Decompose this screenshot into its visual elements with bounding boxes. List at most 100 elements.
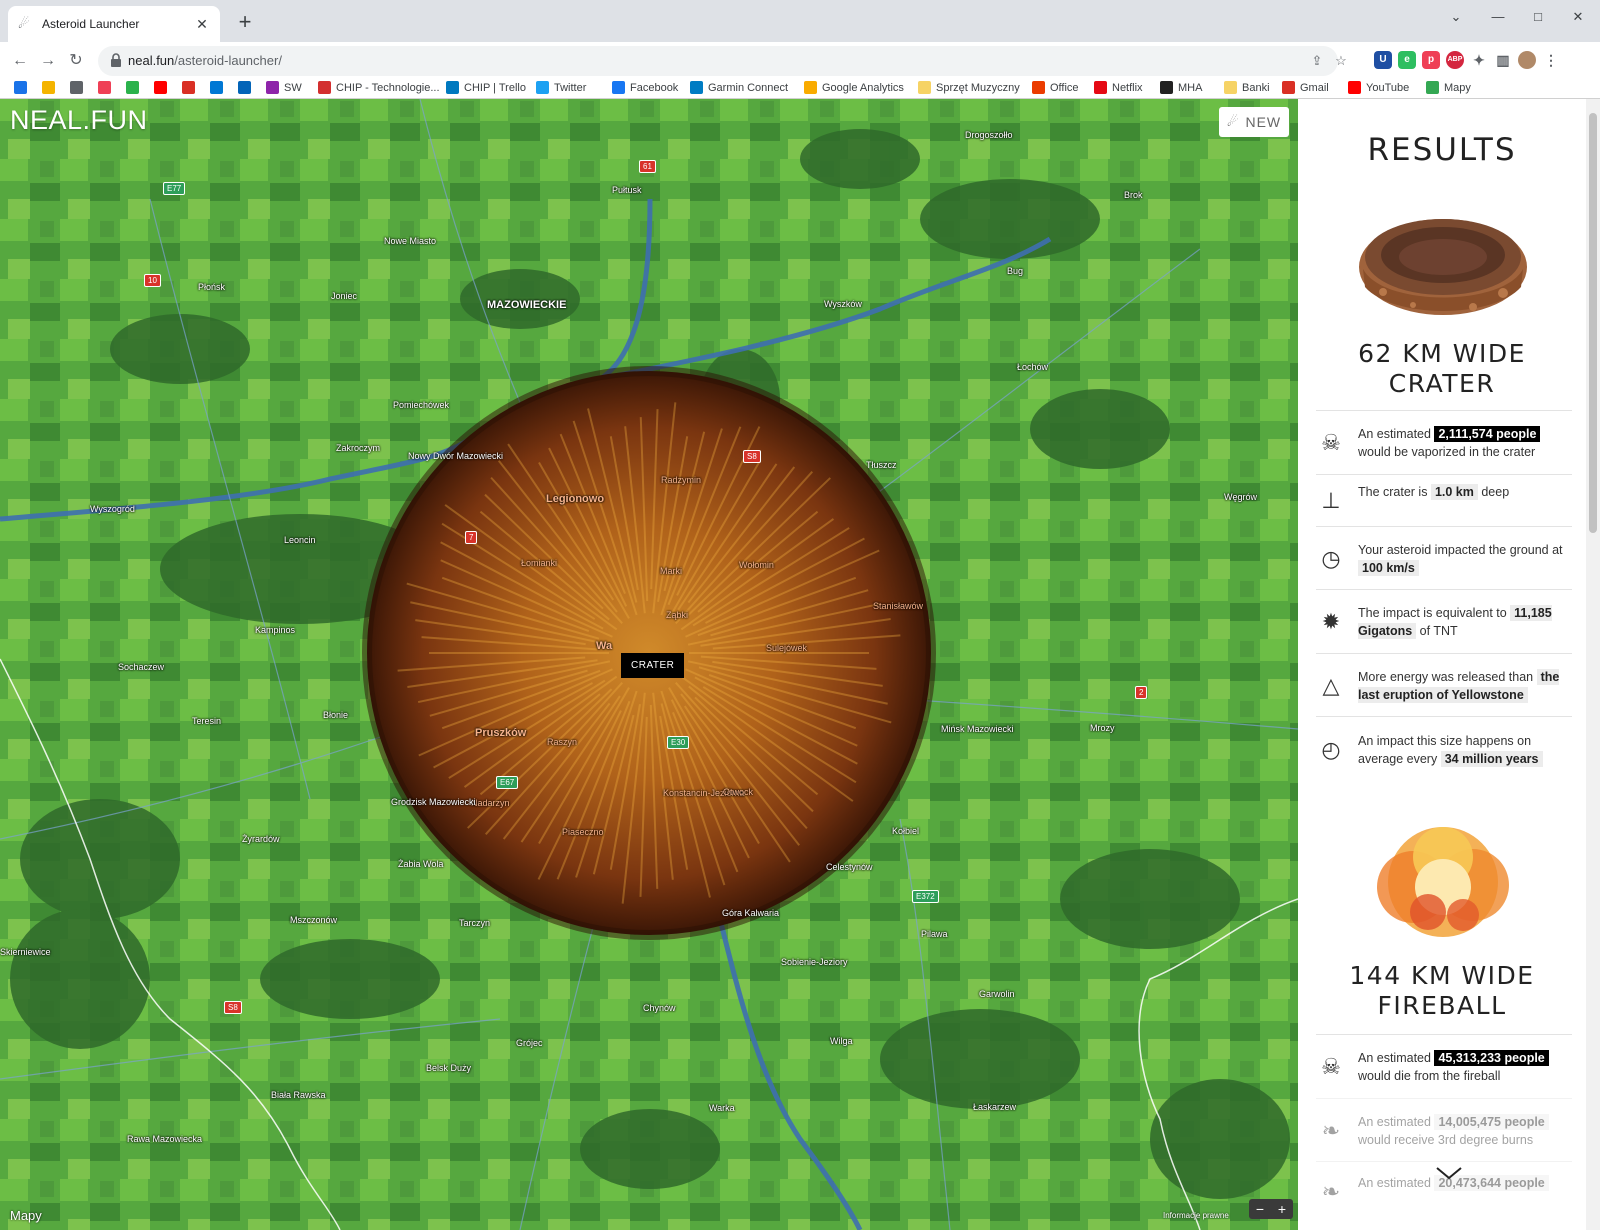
mha-icon [1160, 81, 1173, 94]
bookmark-globe[interactable] [70, 81, 88, 94]
result-stat-text: An estimated 14,005,475 people would rec… [1358, 1113, 1572, 1149]
bookmark-star-icon[interactable]: ☆ [1332, 52, 1350, 70]
road-number-badge: E30 [667, 736, 690, 749]
folder-icon [1224, 81, 1237, 94]
map-place-label: Radzymin [661, 475, 702, 485]
bookmark-mapy[interactable]: Mapy [1426, 81, 1471, 94]
bookmark-sprz-t-muzyczny[interactable]: Sprzęt Muzyczny [918, 81, 1020, 94]
keep-icon [42, 81, 55, 94]
bookmark-outlook[interactable] [210, 81, 228, 94]
browser-tab-active[interactable]: ☄ Asteroid Launcher ✕ [8, 6, 220, 42]
minimize-window-button[interactable]: — [1478, 4, 1518, 34]
bookmark-feedly[interactable] [126, 81, 144, 94]
netflix-icon [1094, 81, 1107, 94]
bookmark-label: Mapy [1444, 81, 1471, 94]
bookmark-banki[interactable]: Banki [1224, 81, 1270, 94]
result-stat-row: ❧ An estimated 14,005,475 people would re… [1316, 1098, 1572, 1161]
map-attribution[interactable]: Mapy [10, 1208, 42, 1223]
reload-button[interactable]: ↻ [62, 47, 90, 75]
map-place-label: MAZOWIECKIE [487, 299, 567, 311]
bookmark-chip-technologie[interactable]: CHIP - Technologie... [318, 81, 440, 94]
bookmark-label: Sprzęt Muzyczny [936, 81, 1020, 94]
bitwarden-extension-icon[interactable]: U [1374, 51, 1392, 69]
bookmark-calendar[interactable] [14, 81, 32, 94]
close-window-button[interactable]: ✕ [1558, 4, 1598, 34]
back-button[interactable]: ← [6, 47, 34, 75]
url-text: neal.fun/asteroid-launcher/ [128, 53, 282, 68]
bookmark-facebook[interactable]: Facebook [612, 81, 678, 94]
bookmark-office[interactable]: Office [1032, 81, 1079, 94]
pocket-extension-icon[interactable]: p [1422, 51, 1440, 69]
side-panel-icon[interactable]: ▥ [1494, 51, 1512, 69]
legal-info-link[interactable]: Informacje prawne [1163, 1211, 1229, 1220]
forward-button[interactable]: → [34, 47, 62, 75]
profile-avatar[interactable] [1518, 51, 1536, 69]
trello-icon [446, 81, 459, 94]
extensions-puzzle-icon[interactable]: ✦ [1470, 51, 1488, 69]
share-icon[interactable]: ⇪ [1308, 52, 1326, 70]
result-stat-row: △ More energy was released than the last … [1316, 653, 1572, 716]
evernote-extension-icon[interactable]: e [1398, 51, 1416, 69]
results-title: RESULTS [1367, 132, 1517, 168]
zoom-controls: − + [1249, 1199, 1293, 1219]
bookmark-keep[interactable] [42, 81, 60, 94]
bookmark-twitter[interactable]: Twitter [536, 81, 586, 94]
browser-menu-icon[interactable]: ⋮ [1542, 51, 1560, 69]
map-place-label: Pułtusk [612, 185, 642, 195]
page-scrollbar[interactable] [1586, 99, 1600, 1230]
neal-fun-logo[interactable]: NEAL.FUN [10, 105, 148, 136]
bookmark-label: Garmin Connect [708, 81, 789, 94]
map-place-label: Mińsk Mazowiecki [941, 724, 1014, 734]
result-stat-row: ☠ An estimated 45,313,233 people would di… [1316, 1034, 1572, 1098]
asteroid-launcher-page: MAZOWIECKIE Pułtusk Nowe Miasto Płońsk Jonie… [0, 98, 1600, 1230]
map-place-label: Łochów [1017, 362, 1049, 372]
result-stat-row: ◴ An impact this size happens on average … [1316, 716, 1572, 782]
map-place-label: Łomianki [521, 558, 558, 568]
scroll-down-chevron-icon[interactable] [1434, 1165, 1464, 1181]
zoom-in-button[interactable]: + [1278, 1201, 1286, 1217]
gmail-icon [182, 81, 195, 94]
new-asteroid-button[interactable]: ☄ NEW [1219, 107, 1289, 137]
bookmark-mha[interactable]: MHA [1160, 81, 1202, 94]
zoom-out-button[interactable]: − [1256, 1201, 1264, 1217]
bookmark-garmin-connect[interactable]: Garmin Connect [690, 81, 788, 94]
road-number-badge: 10 [144, 274, 161, 287]
maximize-window-button[interactable]: □ [1518, 4, 1558, 34]
scrollbar-thumb[interactable] [1589, 113, 1597, 533]
youtube-icon [1348, 81, 1361, 94]
folder-icon [918, 81, 931, 94]
bookmark-pocket[interactable] [98, 81, 116, 94]
map-place-label: Mszczonów [290, 915, 338, 925]
map-place-label: Płońsk [198, 282, 226, 292]
volcano-icon: △ [1322, 672, 1340, 698]
bookmark-chip-trello[interactable]: CHIP | Trello [446, 81, 526, 94]
bookmark-label: MHA [1178, 81, 1203, 94]
map-place-label: Tłuszcz [866, 460, 897, 470]
impact-map[interactable]: MAZOWIECKIE Pułtusk Nowe Miasto Płońsk Jonie… [0, 99, 1298, 1230]
bookmark-sw[interactable]: SW [266, 81, 302, 94]
depth-icon: ⊥ [1321, 488, 1341, 513]
bookmark-netflix[interactable]: Netflix [1094, 81, 1143, 94]
bookmark-google-analytics[interactable]: Google Analytics [804, 81, 904, 94]
map-place-label: Żyrardów [242, 834, 280, 844]
new-tab-button[interactable]: + [232, 10, 258, 36]
tab-close-icon[interactable]: ✕ [194, 16, 210, 33]
map-place-label: Otwock [723, 787, 754, 797]
map-place-label: Drogoszołło [965, 130, 1013, 140]
bookmark-gmail[interactable] [182, 81, 200, 94]
map-place-label: Wołomin [739, 560, 774, 570]
map-place-label: Warka [709, 1103, 735, 1113]
bookmark-gmail[interactable]: Gmail [1282, 81, 1329, 94]
address-bar[interactable]: neal.fun/asteroid-launcher/ ⇪ ☆ [98, 46, 1347, 76]
bookmark-youtube[interactable]: YouTube [1348, 81, 1409, 94]
map-place-label: Sochaczew [118, 662, 165, 672]
bookmark-youtube[interactable] [154, 81, 172, 94]
result-stat-row: ☠ An estimated 2,111,574 people would be … [1316, 410, 1572, 474]
tab-search-chevron-icon[interactable]: ⌄ [1436, 4, 1476, 34]
adblock-extension-icon[interactable]: ABP [1446, 51, 1464, 69]
bookmark-onedrive[interactable] [238, 81, 256, 94]
map-place-label: Joniec [331, 291, 358, 301]
result-stat-row: ⊥ The crater is 1.0 km deep [1316, 474, 1572, 526]
map-place-label: Brok [1124, 190, 1143, 200]
bookmark-label: Banki [1242, 81, 1270, 94]
